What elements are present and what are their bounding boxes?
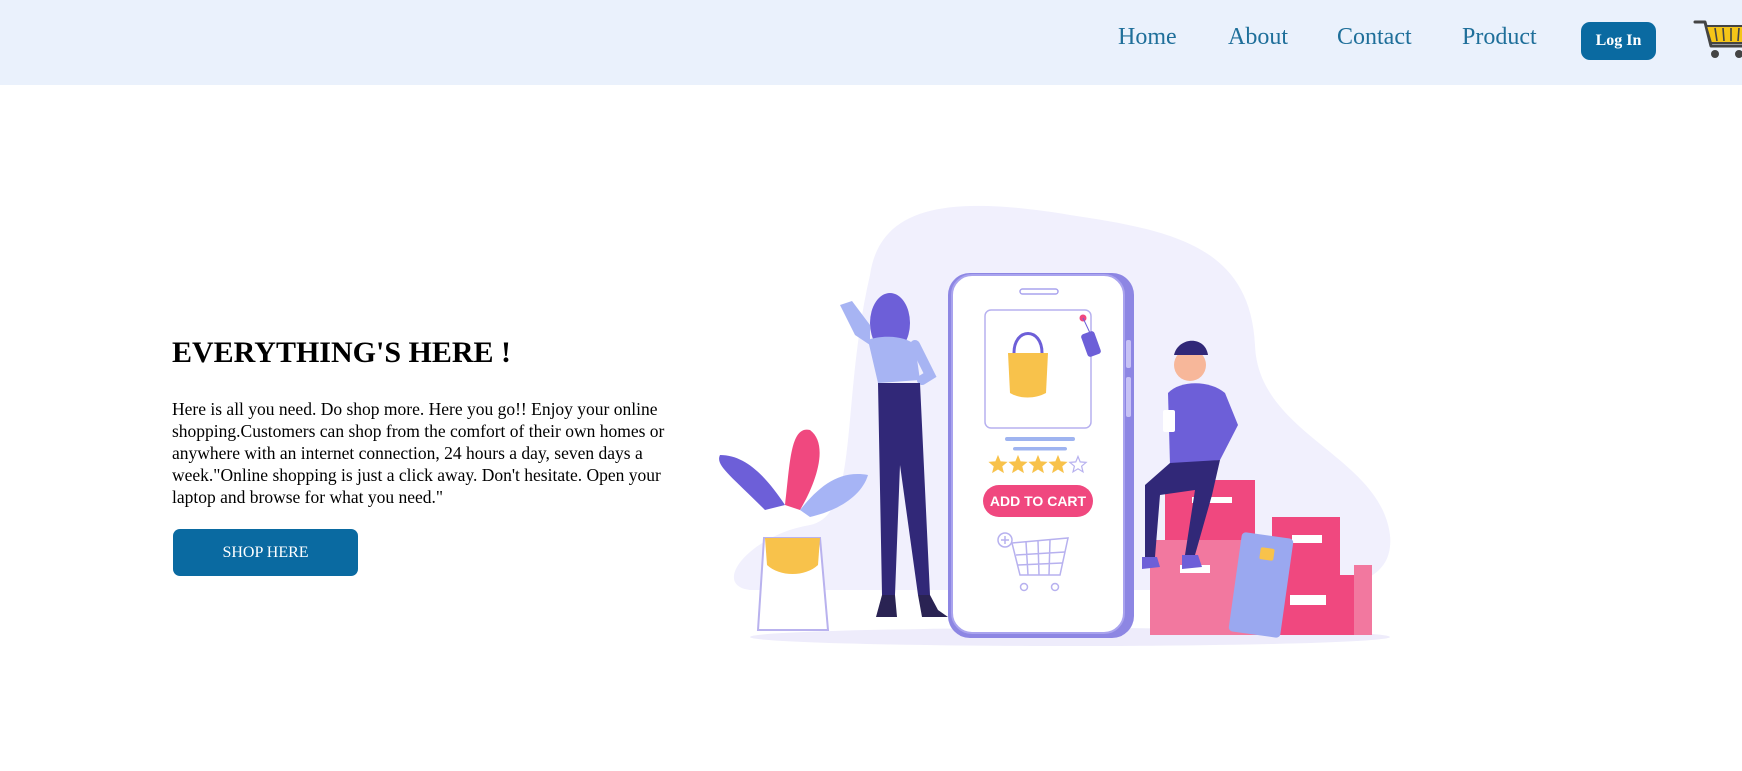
phone-icon: ADD TO CART bbox=[948, 273, 1134, 638]
add-to-cart-label: ADD TO CART bbox=[990, 493, 1087, 509]
login-button[interactable]: Log In bbox=[1581, 22, 1656, 60]
shop-here-button[interactable]: SHOP HERE bbox=[173, 529, 358, 576]
nav-link-product[interactable]: Product bbox=[1462, 24, 1537, 51]
nav-link-contact[interactable]: Contact bbox=[1337, 24, 1412, 51]
top-navbar: Home About Contact Product Log In bbox=[0, 0, 1742, 85]
online-shopping-illustration: ADD TO CART bbox=[690, 205, 1410, 655]
nav-link-home[interactable]: Home bbox=[1118, 24, 1177, 51]
hero-title: EVERYTHING'S HERE ! bbox=[172, 336, 512, 369]
hero-description: Here is all you need. Do shop more. Here… bbox=[172, 399, 665, 507]
shopping-cart-icon[interactable] bbox=[1693, 16, 1742, 60]
nav-link-about[interactable]: About bbox=[1228, 24, 1288, 51]
